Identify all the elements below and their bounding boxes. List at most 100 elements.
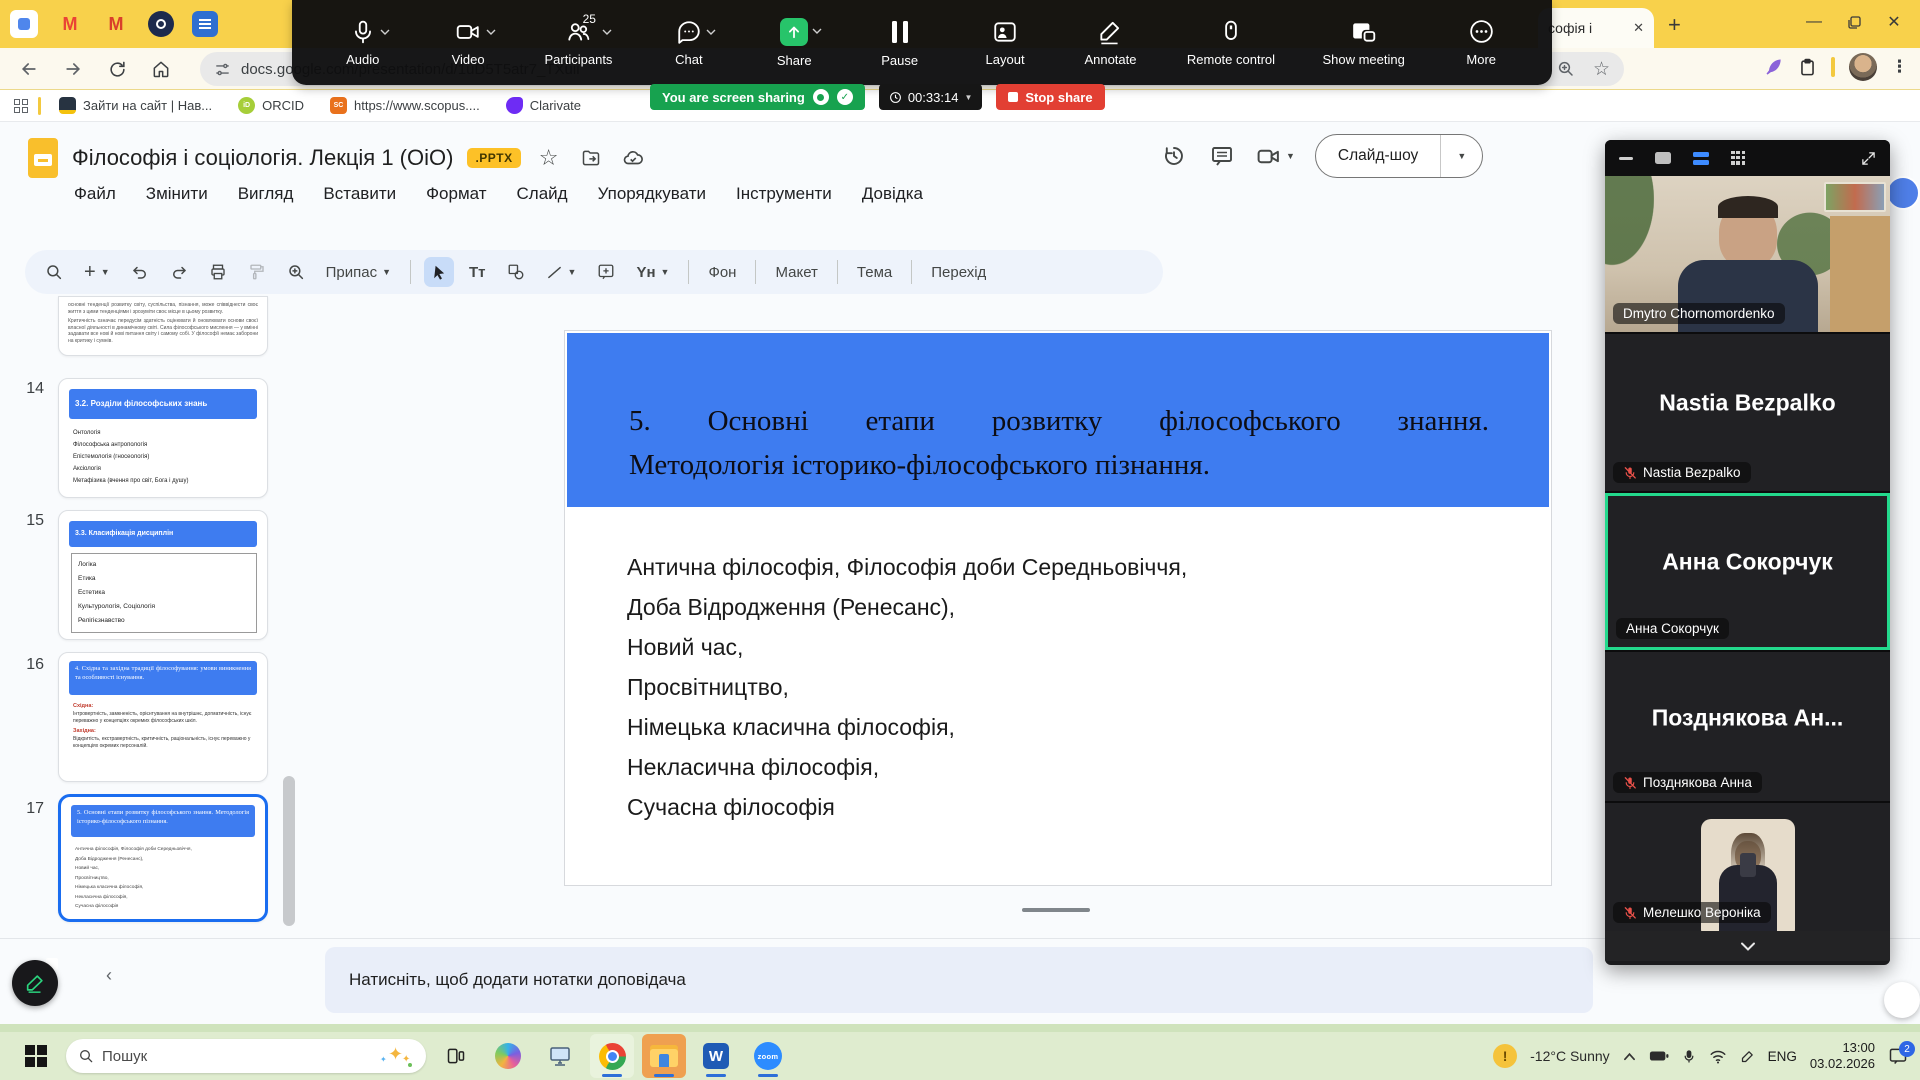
bookmark-item[interactable]: SC https://www.scopus.... — [322, 94, 488, 117]
menu-insert[interactable]: Вставити — [323, 184, 396, 204]
start-button[interactable] — [14, 1034, 58, 1078]
slideshow-button[interactable]: Слайд-шоу ▼ — [1315, 134, 1483, 178]
speaker-notes-box[interactable]: Натисніть, щоб додати нотатки доповідача — [325, 947, 1593, 1013]
pause-button[interactable]: Pause — [871, 18, 929, 68]
search-menus-icon[interactable] — [39, 257, 69, 287]
participants-options-chevron[interactable] — [602, 29, 612, 35]
apps-grid-icon[interactable] — [14, 99, 28, 113]
slide-title-box[interactable]: 5. Основні етапи розвитку філософського … — [567, 333, 1549, 507]
language-indicator[interactable]: ENG — [1768, 1049, 1797, 1064]
close-button[interactable]: ✕ — [1874, 6, 1914, 38]
new-tab-button[interactable]: + — [1668, 12, 1681, 38]
bookmark-item[interactable]: Зайти на сайт | Нав... — [51, 94, 220, 117]
participant-tile-video[interactable]: Dmytro Chornomordenko — [1605, 176, 1890, 332]
active-tab[interactable]: софія і ✕ — [1538, 8, 1654, 48]
canvas-resize-handle[interactable] — [1022, 908, 1090, 912]
video-options-chevron[interactable] — [486, 29, 496, 35]
account-avatar[interactable] — [1886, 176, 1920, 210]
audio-options-chevron[interactable] — [380, 29, 390, 35]
slide-thumbnail-16[interactable]: 4. Східна та західна традиції філософува… — [58, 652, 268, 782]
browser-menu-icon[interactable]: ⋮ — [1891, 57, 1908, 77]
theme-button[interactable]: Тема — [851, 264, 898, 281]
strip-view-icon[interactable] — [1693, 152, 1709, 165]
notification-center-button[interactable]: 2 — [1888, 1046, 1908, 1066]
zoom-annotate-fab[interactable] — [12, 960, 58, 1006]
this-pc-button[interactable] — [538, 1034, 582, 1078]
participant-tile-active-speaker[interactable]: Анна Сокорчук Анна Сокорчук — [1605, 491, 1890, 650]
video-button[interactable]: Video — [439, 19, 497, 67]
maximize-button[interactable] — [1834, 6, 1874, 38]
share-options-chevron[interactable] — [812, 28, 822, 34]
stop-share-button[interactable]: Stop share — [996, 84, 1104, 110]
expand-panel-icon[interactable] — [1861, 151, 1876, 166]
menu-arrange[interactable]: Упорядкувати — [598, 184, 706, 204]
slide-canvas[interactable]: 5. Основні етапи розвитку філософського … — [564, 330, 1552, 886]
menu-slide[interactable]: Слайд — [517, 184, 568, 204]
zoom-in-icon[interactable] — [281, 257, 311, 287]
background-button[interactable]: Фон — [702, 264, 742, 281]
copilot-button[interactable] — [486, 1034, 530, 1078]
zoom-page-icon[interactable] — [1557, 60, 1575, 78]
slide-thumbnail-15[interactable]: 3.3. Класифікація дисциплін Логіка Етика… — [58, 510, 268, 640]
redo-icon[interactable] — [164, 257, 194, 287]
chrome-taskbar-button[interactable] — [590, 1034, 634, 1078]
gallery-view-icon[interactable] — [1731, 151, 1746, 166]
menu-help[interactable]: Довідка — [862, 184, 923, 204]
pinned-tab-icon[interactable] — [10, 10, 38, 38]
new-slide-button[interactable]: +▼ — [78, 261, 116, 284]
weather-alert-icon[interactable]: ! — [1493, 1044, 1517, 1068]
pinned-tab-icon[interactable] — [192, 11, 218, 37]
mode-dropdown[interactable]: Yн▼ — [630, 264, 675, 281]
shape-tool-icon[interactable] — [501, 257, 531, 287]
print-icon[interactable] — [203, 257, 233, 287]
zoom-fit-dropdown[interactable]: Припас▼ — [320, 264, 397, 281]
layout-button[interactable]: Layout — [976, 19, 1034, 67]
pen-icon[interactable] — [1740, 1049, 1755, 1064]
menu-format[interactable]: Формат — [426, 184, 486, 204]
insert-comment-icon[interactable] — [591, 257, 621, 287]
transition-button[interactable]: Перехід — [925, 264, 992, 281]
profile-avatar[interactable] — [1849, 53, 1877, 81]
document-title[interactable]: Філософія і соціологія. Лекція 1 (ОіО) — [72, 145, 453, 171]
minimize-button[interactable]: — — [1794, 6, 1834, 38]
participant-tile[interactable]: Мелешко Вероніка — [1605, 801, 1890, 931]
extension-clipboard-icon[interactable] — [1798, 58, 1817, 77]
participant-tile[interactable]: Позднякова Ан... Позднякова Анна — [1605, 650, 1890, 801]
more-button[interactable]: More — [1452, 18, 1510, 67]
meeting-timer[interactable]: 00:33:14 ▼ — [879, 84, 983, 110]
layout-button[interactable]: Макет — [769, 264, 823, 281]
comments-icon[interactable] — [1208, 142, 1236, 170]
home-icon[interactable] — [144, 52, 178, 86]
cloud-status-icon[interactable] — [619, 144, 647, 172]
slideshow-dropdown[interactable]: ▼ — [1440, 135, 1482, 177]
chat-button[interactable]: Chat — [660, 19, 718, 67]
bookmark-star-icon[interactable]: ☆ — [1593, 58, 1610, 81]
forward-icon[interactable] — [56, 52, 90, 86]
network-icon[interactable] — [1709, 1049, 1727, 1064]
collapse-notes-icon[interactable]: ‹ — [106, 965, 112, 986]
present-to-meet-button[interactable]: ▼ — [1256, 144, 1295, 169]
paint-format-icon[interactable] — [242, 257, 272, 287]
remote-control-button[interactable]: Remote control — [1187, 19, 1275, 67]
taskbar-search[interactable]: Пошук ✦ ✦ ✦ — [66, 1039, 426, 1073]
bookmark-item[interactable]: Clarivate — [498, 94, 589, 117]
tray-expand-icon[interactable] — [1623, 1052, 1636, 1061]
tray-mic-icon[interactable] — [1682, 1049, 1696, 1064]
audio-button[interactable]: Audio — [334, 19, 392, 67]
slide-thumbnail-13[interactable]: основні тенденції розвитку світу, суспіл… — [58, 296, 268, 356]
file-explorer-button[interactable] — [642, 1034, 686, 1078]
back-icon[interactable] — [12, 52, 46, 86]
panel-resize-handle[interactable] — [1884, 982, 1920, 1018]
menu-edit[interactable]: Змінити — [146, 184, 208, 204]
chat-options-chevron[interactable] — [706, 29, 716, 35]
text-box-tool[interactable]: Тт — [463, 264, 492, 281]
star-icon[interactable]: ☆ — [535, 144, 563, 172]
annotate-button[interactable]: Annotate — [1081, 19, 1139, 67]
extension-feather-icon[interactable] — [1764, 57, 1784, 77]
slide-body-text[interactable]: Антична філософія, Філософія доби Середн… — [627, 547, 1187, 827]
gmail-tab-icon[interactable]: M — [102, 10, 130, 38]
weather-text[interactable]: -12°C Sunny — [1530, 1048, 1610, 1064]
battery-icon[interactable] — [1649, 1049, 1669, 1063]
panel-scroll-down[interactable] — [1605, 931, 1890, 961]
reload-icon[interactable] — [100, 52, 134, 86]
